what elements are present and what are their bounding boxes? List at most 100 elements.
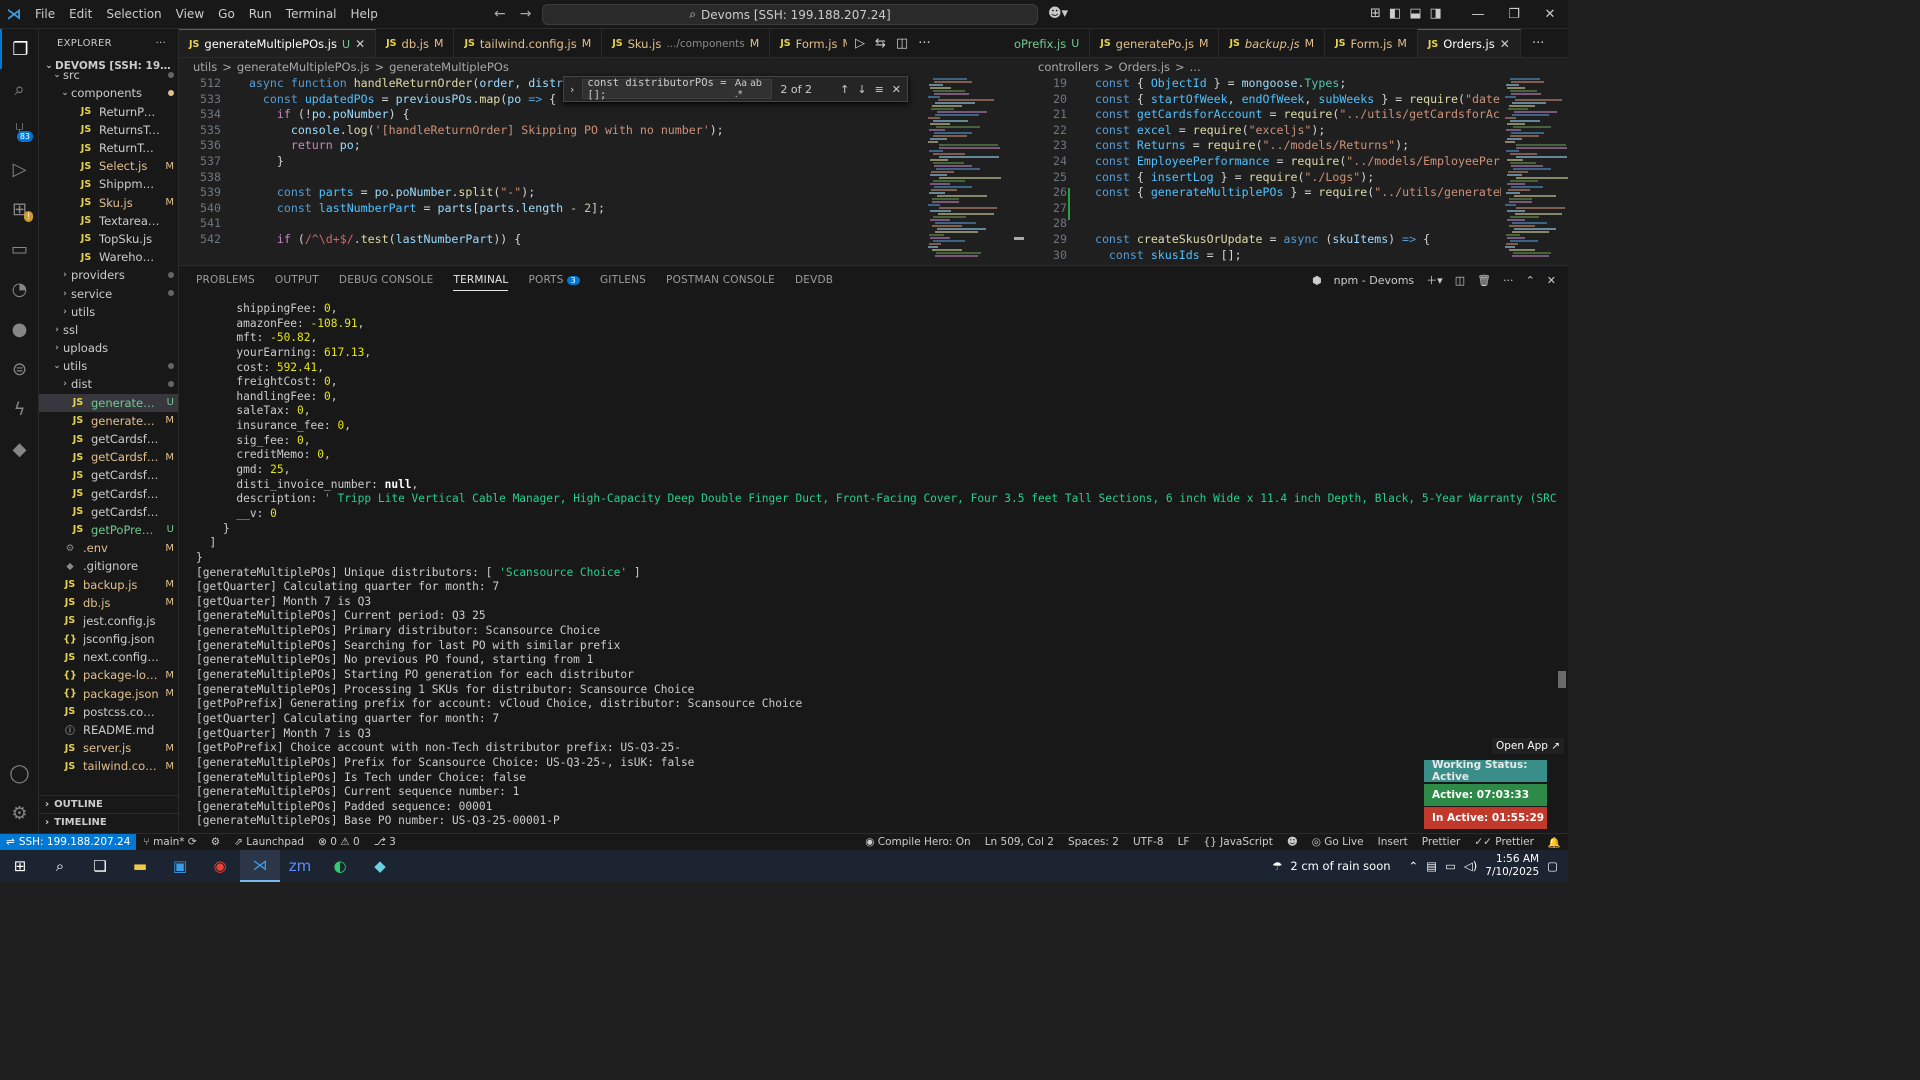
file-item[interactable]: JS getCardsforAmazon.js — [39, 466, 178, 484]
terminal-name[interactable]: npm - Devoms — [1334, 274, 1415, 287]
file-item[interactable]: {} package-lock.json M — [39, 666, 178, 684]
next-match-icon[interactable]: ↓ — [857, 83, 866, 96]
code-line[interactable]: 26 const { generateMultiplePOs } = requi… — [1031, 185, 1501, 201]
explorer-icon[interactable]: ❐ — [0, 29, 39, 69]
network-icon[interactable]: ▤ — [1426, 859, 1437, 873]
file-item[interactable]: JS Textarea.js — [39, 212, 178, 230]
extensions-icon[interactable]: ⊞! — [0, 189, 39, 229]
volume-icon[interactable]: ◁) — [1464, 859, 1477, 873]
insert-mode[interactable]: Insert — [1371, 836, 1415, 848]
maximize-panel-icon[interactable]: ⌃ — [1526, 274, 1535, 287]
find-in-selection-icon[interactable]: ≡ — [875, 83, 884, 96]
zoom-icon[interactable]: zm — [280, 850, 320, 882]
breadcrumb-item[interactable]: ... — [1190, 60, 1201, 74]
encoding[interactable]: UTF-8 — [1126, 836, 1171, 848]
close-tab-icon[interactable]: ✕ — [1500, 37, 1510, 51]
code-line[interactable]: 22 const excel = require("exceljs"); — [1031, 123, 1501, 139]
file-explorer-icon[interactable]: ▬ — [120, 850, 160, 882]
file-item[interactable]: JS postcss.config.mjs — [39, 703, 178, 721]
launchpad-item[interactable]: ⇗ Launchpad — [227, 836, 311, 848]
compare-icon[interactable]: ⇆ — [875, 36, 886, 51]
code-line[interactable]: 25 const { insertLog } = require("./Logs… — [1031, 170, 1501, 186]
notifications-bell-icon[interactable]: 🔔 — [1541, 836, 1568, 849]
compile-hero-item[interactable]: ◉ Compile Hero: On — [858, 836, 977, 848]
problems-item[interactable]: ⊗ 0 ⚠ 0 — [311, 836, 367, 848]
split-editor-icon[interactable]: ◫ — [896, 36, 908, 51]
close-tab-icon[interactable]: ✕ — [355, 37, 365, 51]
folder-item[interactable]: ⌄ components — [39, 84, 178, 102]
kill-terminal-icon[interactable]: 🗑 — [1477, 274, 1491, 287]
task-view-icon[interactable]: ❏ — [80, 850, 120, 882]
code-line[interactable]: 540 const lastNumberPart = parts[parts.l… — [179, 201, 924, 217]
file-item[interactable]: JS generatePo.js M — [39, 412, 178, 430]
file-item[interactable]: JS tailwind.config.js M — [39, 757, 178, 775]
postman-icon[interactable]: ● — [0, 309, 39, 349]
folder-item[interactable]: › uploads — [39, 339, 178, 357]
file-item[interactable]: JS backup.js M — [39, 575, 178, 593]
toggle-secondary-sidebar-icon[interactable]: ◨ — [1430, 6, 1442, 21]
panel-tab-problems[interactable]: PROBLEMS — [196, 274, 255, 286]
more-icon[interactable]: ··· — [918, 36, 930, 51]
panel-tab-output[interactable]: OUTPUT — [275, 274, 319, 286]
folder-item[interactable]: ⌄ src — [39, 66, 178, 84]
breadcrumb-item[interactable]: generateMultiplePOs — [389, 60, 509, 74]
editor-scrollbar-thumb[interactable] — [1014, 237, 1024, 240]
file-item[interactable]: JS Select.js M — [39, 157, 178, 175]
panel-tab-devdb[interactable]: DEVDB — [795, 274, 833, 286]
breadcrumb-item[interactable]: utils — [193, 60, 217, 74]
folder-item[interactable]: › utils — [39, 303, 178, 321]
code-line[interactable]: 19 const { ObjectId } = mongoose.Types; — [1031, 76, 1501, 92]
menu-view[interactable]: View — [169, 0, 211, 29]
toggle-replace-icon[interactable]: › — [570, 83, 574, 96]
editor-tab[interactable]: JS db.js M — [376, 29, 455, 57]
file-item[interactable]: JS TopSku.js — [39, 230, 178, 248]
find-options[interactable]: Aa ab .* — [735, 78, 768, 100]
clock[interactable]: 1:56 AM 7/10/2025 — [1485, 853, 1539, 879]
file-item[interactable]: JS ReturnPopup.js — [39, 103, 178, 121]
file-item[interactable]: JS db.js M — [39, 594, 178, 612]
file-item[interactable]: JS next.config.mjs — [39, 648, 178, 666]
file-item[interactable]: JS Sku.js M — [39, 194, 178, 212]
command-center[interactable]: ⌕ Devoms [SSH: 199.188.207.24] — [542, 4, 1038, 25]
code-line[interactable]: 30 const skusIds = []; — [1031, 248, 1501, 264]
editor-tab[interactable]: oPrefix.js U — [1004, 29, 1091, 57]
branch-item[interactable]: ⑂ main* ⟳ — [136, 836, 203, 848]
remote-explorer-icon[interactable]: ▭ — [0, 229, 39, 269]
folder-item[interactable]: ⌄ utils — [39, 357, 178, 375]
code-line[interactable]: 541 — [179, 216, 924, 232]
code-line[interactable]: 27 — [1031, 201, 1501, 217]
panel-tab-gitlens[interactable]: GITLENS — [600, 274, 646, 286]
open-app-button[interactable]: Open App ↗ — [1492, 738, 1565, 754]
search-icon[interactable]: ⌕ — [0, 69, 39, 109]
file-item[interactable]: JS ReturnsTable.js — [39, 121, 178, 139]
close-window-icon[interactable]: ✕ — [1532, 7, 1568, 22]
menu-help[interactable]: Help — [344, 0, 385, 29]
timeline-section[interactable]: › TIMELINE — [39, 813, 178, 831]
windows-start-icon[interactable]: ⊞ — [0, 850, 40, 882]
code-line[interactable]: 538 — [179, 170, 924, 186]
go-live-item[interactable]: ◎ Go Live — [1305, 836, 1371, 848]
previous-match-icon[interactable]: ↑ — [840, 83, 849, 96]
end-of-line[interactable]: LF — [1171, 836, 1197, 848]
layout-customize-icon[interactable]: ⊞ — [1370, 6, 1381, 21]
notification-center-icon[interactable]: ▢ — [1547, 859, 1558, 873]
forward-arrow-icon[interactable]: → — [520, 6, 532, 22]
devdb-icon[interactable]: ⊜ — [0, 349, 39, 389]
panel-tab-terminal[interactable]: TERMINAL — [453, 269, 509, 291]
remote-indicator[interactable]: ⇌ SSH: 199.188.207.24 — [0, 833, 137, 851]
editor-tab[interactable]: JS generatePo.js M — [1090, 29, 1220, 57]
file-item[interactable]: JS jest.config.js — [39, 612, 178, 630]
menu-selection[interactable]: Selection — [99, 0, 168, 29]
thunder-icon[interactable]: ϟ — [0, 389, 39, 429]
taskbar-search-icon[interactable]: ⌕ — [40, 850, 80, 882]
code-line[interactable]: 539 const parts = po.poNumber.split("-")… — [179, 185, 924, 201]
code-line[interactable]: 534 if (!po.poNumber) { — [179, 107, 924, 123]
folder-item[interactable]: › dist — [39, 375, 178, 393]
copilot-icon[interactable]: ☻▾ — [1048, 6, 1068, 21]
editor-tab[interactable]: JS backup.js M — [1219, 29, 1326, 57]
code-editor-right[interactable]: 19 const { ObjectId } = mongoose.Types; 2… — [1031, 76, 1501, 264]
settings-gear-icon[interactable]: ⚙ — [0, 793, 39, 833]
file-item[interactable]: JS getCardsforAd... M — [39, 448, 178, 466]
breadcrumb-item[interactable]: Orders.js — [1119, 60, 1171, 74]
app-cyan-icon[interactable]: ◆ — [360, 850, 400, 882]
